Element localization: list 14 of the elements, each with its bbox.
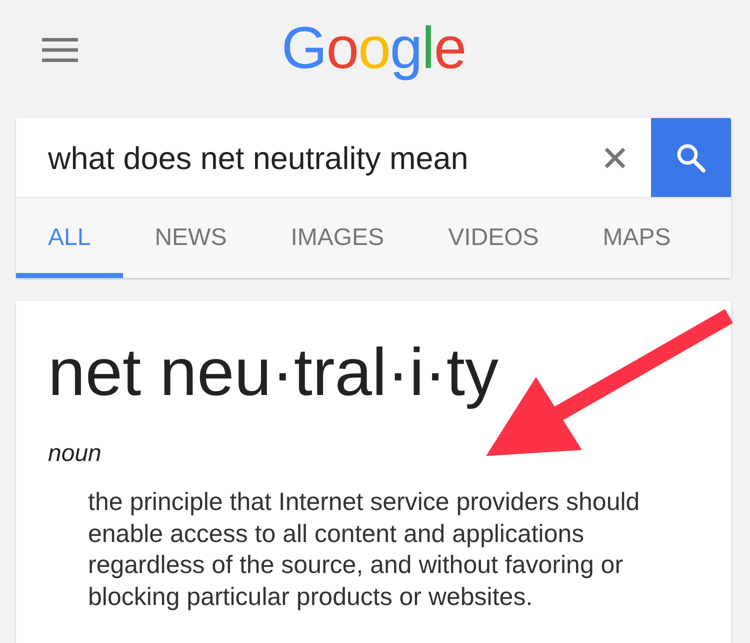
close-icon[interactable]	[604, 146, 626, 168]
tab[interactable]: MAPS	[570, 198, 703, 278]
headword: net neu·tral·i·ty	[48, 334, 499, 412]
tab[interactable]: IMAGES	[258, 198, 416, 278]
tab[interactable]: ALL	[16, 198, 123, 278]
part-of-speech: noun	[48, 439, 102, 469]
menu-icon[interactable]	[42, 38, 78, 62]
definition-text: the principle that Internet service providers should enable access to all content and applications regardless of the source, and without favoring or blocking particular products or websites.	[88, 487, 641, 612]
tab[interactable]: VIDEOS	[416, 198, 571, 278]
tab[interactable]: NEWS	[122, 198, 259, 278]
search-icon	[676, 142, 706, 172]
search-field[interactable]: what does net neutrality mean	[16, 136, 604, 178]
logo[interactable]: Google	[281, 14, 466, 82]
search-button[interactable]	[651, 118, 731, 197]
